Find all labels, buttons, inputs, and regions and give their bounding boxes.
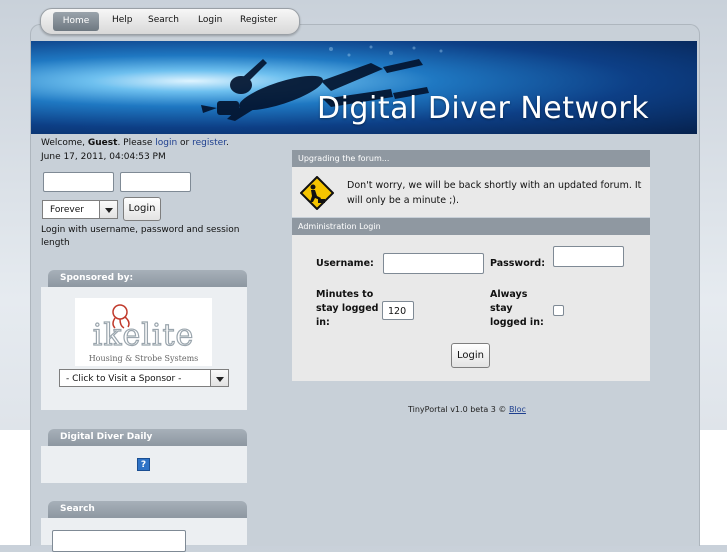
minutes-label-line2: stay logged — [316, 303, 379, 314]
minutes-label: Minutes to stay logged in: — [316, 288, 378, 330]
always-label-line1: Always — [490, 289, 528, 300]
admin-login-button[interactable]: Login — [451, 343, 490, 368]
site-title: Digital Diver Network — [317, 91, 650, 126]
upgrade-body: Don't worry, we will be back shortly wit… — [292, 167, 650, 217]
login-hint: Login with username, password and sessio… — [41, 225, 240, 248]
sidebar-login-button[interactable]: Login — [123, 197, 161, 221]
sponsored-body: ikelite Housing & Strobe Systems - Click… — [41, 287, 247, 410]
session-length-select[interactable]: Forever — [42, 200, 118, 219]
nav-home[interactable]: Home — [53, 12, 99, 31]
footer-credit: TinyPortal v1.0 beta 3 © Bloc — [408, 405, 526, 414]
always-label: Always stay logged in: — [490, 288, 544, 330]
always-label-line2: stay — [490, 303, 513, 314]
nav-register[interactable]: Register — [240, 15, 277, 25]
sponsor-logo-tagline: Housing & Strobe Systems — [88, 354, 199, 363]
always-label-line3: logged in: — [490, 317, 544, 328]
sidebar-username-input[interactable] — [43, 172, 114, 192]
password-label: Password: — [490, 258, 546, 269]
minutes-value: 120 — [388, 306, 407, 317]
chevron-down-icon — [210, 370, 228, 386]
welcome-text: Welcome, Guest. Please login or register… — [41, 137, 246, 150]
username-label: Username: — [316, 258, 374, 269]
login-link[interactable]: login — [155, 138, 177, 148]
sponsored-header: Sponsored by: — [48, 270, 247, 287]
help-icon[interactable]: ? — [137, 458, 150, 471]
sponsor-logo[interactable]: ikelite Housing & Strobe Systems — [75, 298, 212, 366]
admin-password-input[interactable] — [553, 246, 624, 267]
search-input[interactable] — [52, 530, 186, 552]
admin-login-header: Administration Login — [292, 218, 650, 235]
search-body — [41, 518, 247, 552]
nav-help[interactable]: Help — [112, 15, 133, 25]
chevron-down-icon — [99, 201, 117, 218]
current-datetime: June 17, 2011, 04:04:53 PM — [41, 152, 166, 162]
always-logged-checkbox[interactable] — [553, 305, 564, 316]
daily-header: Digital Diver Daily — [48, 429, 247, 446]
minutes-label-line1: Minutes to — [316, 289, 374, 300]
upgrade-message: Don't worry, we will be back shortly wit… — [347, 180, 642, 206]
footer-link[interactable]: Bloc — [509, 405, 526, 414]
nav-search[interactable]: Search — [148, 15, 179, 25]
minutes-input[interactable]: 120 — [382, 301, 414, 320]
sponsor-select-value: - Click to Visit a Sponsor - — [66, 374, 182, 384]
admin-username-input[interactable] — [383, 253, 484, 274]
top-nav: Home Help Search Login Register — [40, 8, 300, 35]
nav-login[interactable]: Login — [198, 15, 222, 25]
minutes-label-line3: in: — [316, 317, 330, 328]
sponsor-logo-name: ikelite — [92, 317, 195, 353]
welcome-end: . — [226, 138, 229, 148]
daily-body: ? — [41, 446, 247, 483]
sponsor-select[interactable]: - Click to Visit a Sponsor - — [59, 369, 229, 387]
guest-name: Guest — [87, 138, 118, 148]
welcome-or: or — [177, 138, 193, 148]
search-header: Search — [48, 501, 247, 518]
welcome-mid: . Please — [117, 138, 156, 148]
construction-warning-icon — [300, 176, 334, 210]
register-link[interactable]: register — [192, 138, 226, 148]
welcome-prefix: Welcome, — [41, 138, 88, 148]
session-length-value: Forever — [50, 205, 84, 215]
footer-text: TinyPortal v1.0 beta 3 © — [408, 405, 509, 414]
site-banner: Digital Diver Network — [31, 41, 697, 134]
sidebar-password-input[interactable] — [120, 172, 191, 192]
upgrade-header: Upgrading the forum... — [292, 150, 650, 167]
